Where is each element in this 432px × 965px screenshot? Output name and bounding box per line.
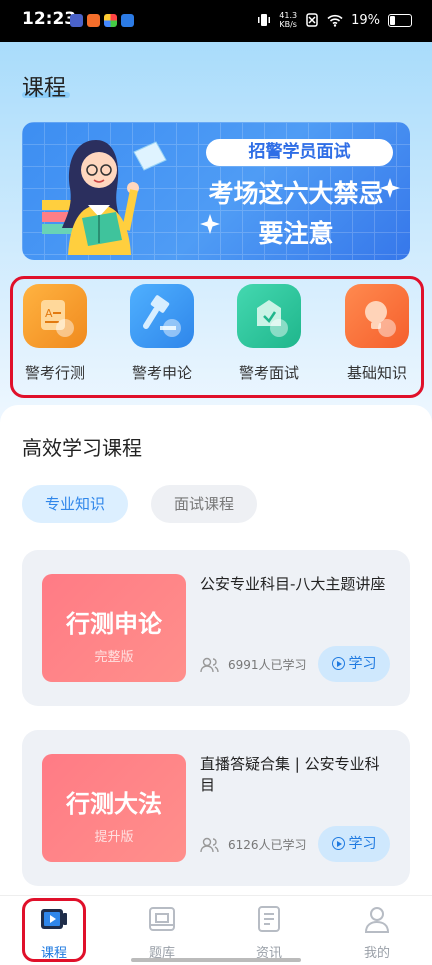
- quick-action-label: 警考面试: [238, 364, 299, 382]
- filter-chip-interview[interactable]: 面试课程: [151, 485, 257, 523]
- banner-illustration: [42, 140, 167, 255]
- interview-pen-icon: [237, 284, 301, 348]
- learner-count: 6991人已学习: [228, 658, 307, 672]
- profile-icon: [364, 907, 390, 933]
- notification-icons: [70, 14, 134, 27]
- app-notification-icon: [87, 14, 100, 27]
- svg-text:A: A: [45, 307, 53, 320]
- play-circle-icon: [331, 837, 345, 850]
- net-speed-unit: KB/s: [279, 20, 297, 29]
- gavel-icon: [130, 284, 194, 348]
- net-speed-value: 41.3: [279, 11, 298, 20]
- course-card[interactable]: 行测申论 完整版 公安专业科目-八大主题讲座 6991人已学习 学习: [22, 550, 410, 706]
- app-notification-icon: [70, 14, 83, 27]
- battery-icon: [388, 13, 412, 27]
- study-button[interactable]: 学习: [318, 646, 390, 682]
- quick-action-mianshi[interactable]: 警考面试: [224, 284, 314, 383]
- course-title: 直播答疑合集 | 公安专业科目: [200, 755, 380, 794]
- page-title: 课程: [22, 76, 67, 101]
- vibrate-icon: [258, 14, 271, 26]
- thumbnail-title: 行测申论: [66, 610, 162, 638]
- thumbnail-subtitle: 完整版: [94, 650, 134, 665]
- home-indicator[interactable]: [131, 958, 301, 962]
- banner-headline: 考场这六大禁忌: [208, 179, 384, 208]
- app-notification-icon: [121, 14, 134, 27]
- course-title: 公安专业科目-八大主题讲座: [200, 575, 386, 593]
- active-tab-highlight: [22, 898, 86, 962]
- users-icon: [200, 657, 219, 672]
- thumbnail-title: 行测大法: [66, 790, 162, 818]
- thumbnail-subtitle: 提升版: [94, 830, 134, 845]
- tab-label: 我的: [363, 946, 390, 961]
- play-circle-icon: [331, 657, 345, 670]
- learner-count: 6126人已学习: [228, 838, 307, 852]
- users-icon: [200, 837, 219, 852]
- news-icon: [258, 906, 280, 932]
- quick-action-label: 警考行测: [24, 364, 85, 382]
- status-bar: 12:23 41.3 KB/s 19%: [0, 0, 432, 42]
- lightbulb-icon: [345, 284, 409, 348]
- course-learners: 6991人已学习: [200, 656, 307, 673]
- wifi-icon: [327, 14, 343, 27]
- net-speed: 41.3 KB/s: [279, 11, 297, 29]
- course-thumbnail: 行测申论 完整版: [42, 574, 186, 682]
- section-title: 高效学习课程: [22, 436, 142, 460]
- quick-action-label: 警考申论: [131, 364, 192, 382]
- tab-question-bank[interactable]: 题库: [122, 904, 202, 961]
- quick-action-label: 基础知识: [346, 364, 407, 382]
- quick-action-jichu[interactable]: 基础知识: [332, 284, 422, 383]
- document-a-icon: A: [23, 284, 87, 348]
- banner-tag: 招警学员面试: [206, 139, 393, 166]
- status-time: 12:23: [22, 9, 77, 29]
- study-label: 学习: [348, 656, 377, 672]
- filter-chip-professional[interactable]: 专业知识: [22, 485, 128, 523]
- quick-action-xingce[interactable]: A 警考行测: [10, 284, 100, 383]
- quick-action-shenlun[interactable]: 警考申论: [117, 284, 207, 383]
- course-thumbnail: 行测大法 提升版: [42, 754, 186, 862]
- battery-percent: 19%: [351, 12, 380, 28]
- app-notification-icon: [104, 14, 117, 27]
- course-learners: 6126人已学习: [200, 836, 307, 853]
- tab-news[interactable]: 资讯: [229, 904, 309, 961]
- study-label: 学习: [348, 836, 377, 852]
- course-card[interactable]: 行测大法 提升版 直播答疑合集 | 公安专业科目 6126人已学习 学习: [22, 730, 410, 886]
- no-sim-icon: [306, 13, 318, 27]
- tab-profile[interactable]: 我的: [337, 904, 417, 961]
- study-button[interactable]: 学习: [318, 826, 390, 862]
- question-bank-icon: [149, 907, 175, 931]
- banner-subheadline: 要注意: [258, 219, 334, 248]
- promo-banner[interactable]: 招警学员面试 考场这六大禁忌 要注意: [22, 122, 410, 260]
